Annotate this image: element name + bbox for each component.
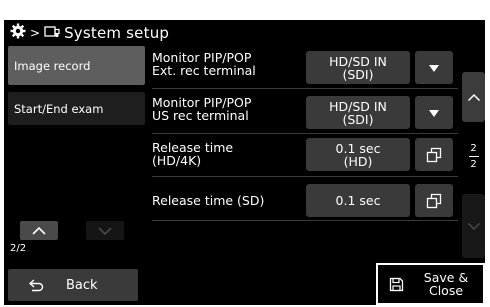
setting-label-line: Ext. rec terminal [152, 63, 256, 78]
page-title: System setup [64, 24, 170, 42]
value-release-time-hd[interactable]: 0.1 sec (HD) [306, 138, 410, 171]
page-fraction-bar [468, 156, 479, 157]
chevron-up-icon [467, 93, 480, 101]
back-button[interactable]: Back [8, 269, 138, 301]
dropdown-icon [429, 109, 439, 117]
divider [152, 176, 458, 177]
title-bar: > System setup [4, 20, 485, 46]
value-line: HD/SD IN [329, 98, 387, 114]
dropdown-button-us-rec-terminal[interactable] [415, 96, 453, 129]
chevron-up-icon [32, 226, 46, 235]
popup-button-release-time-sd[interactable] [415, 184, 453, 217]
chevron-down-icon [467, 222, 480, 230]
divider [152, 133, 458, 134]
dropdown-icon [429, 64, 439, 72]
value-line: HD/SD IN [329, 53, 387, 69]
save-close-inner: Save & Close [378, 265, 483, 303]
setting-label-line: Release time (SD) [152, 193, 265, 208]
divider [152, 220, 458, 221]
page-indicator: 2 2 [462, 142, 485, 171]
value-release-time-sd[interactable]: 0.1 sec [306, 184, 410, 217]
sidebar-down-button[interactable] [86, 221, 124, 240]
popup-icon [426, 193, 442, 208]
sidebar-pager: 2/2 [8, 217, 145, 259]
setting-label-line: (HD/4K) [152, 153, 202, 168]
sidebar-up-button[interactable] [20, 221, 58, 240]
value-line: (SDI) [342, 66, 374, 82]
value-line: (SDI) [342, 111, 374, 127]
gear-icon [10, 23, 26, 43]
setting-label-release-time-hd: Release time (HD/4K) [152, 141, 302, 167]
sidebar-item-label: Image record [14, 58, 91, 73]
breadcrumb-separator: > [30, 26, 41, 40]
screen: > System setup Image record Start/End ex… [4, 20, 485, 305]
scroll-down-button[interactable] [462, 194, 485, 258]
back-arrow-icon [28, 278, 44, 292]
sidebar-page-indicator: 2/2 [10, 243, 27, 254]
divider [152, 88, 458, 89]
value-us-rec-terminal[interactable]: HD/SD IN (SDI) [306, 96, 410, 129]
sidebar-item-label: Start/End exam [14, 101, 104, 116]
back-label: Back [66, 277, 98, 293]
value-ext-rec-terminal[interactable]: HD/SD IN (SDI) [306, 51, 410, 84]
setting-label-release-time-sd: Release time (SD) [152, 194, 302, 207]
save-close-label: Save & Close [418, 271, 474, 297]
value-line: (HD) [343, 153, 373, 169]
popup-button-release-time-hd[interactable] [415, 138, 453, 171]
setting-label-us-rec-terminal: Monitor PIP/POP US rec terminal [152, 96, 302, 122]
system-icon [44, 24, 60, 42]
setting-label-ext-rec-terminal: Monitor PIP/POP Ext. rec terminal [152, 51, 302, 77]
save-label-line: Close [428, 283, 464, 298]
value-line: 0.1 sec [335, 193, 381, 208]
chevron-down-icon [98, 226, 112, 235]
value-line: 0.1 sec [335, 140, 381, 156]
popup-icon [426, 147, 442, 162]
sidebar-item-image-record[interactable]: Image record [8, 46, 145, 85]
sidebar-item-start-end-exam[interactable]: Start/End exam [8, 92, 145, 125]
save-close-button[interactable]: Save & Close [376, 263, 485, 305]
page-total: 2 [470, 159, 477, 170]
setting-label-line: US rec terminal [152, 108, 249, 123]
save-icon [389, 277, 404, 292]
dropdown-button-ext-rec-terminal[interactable] [415, 51, 453, 84]
page-current: 2 [470, 143, 477, 154]
scroll-up-button[interactable] [462, 72, 485, 122]
